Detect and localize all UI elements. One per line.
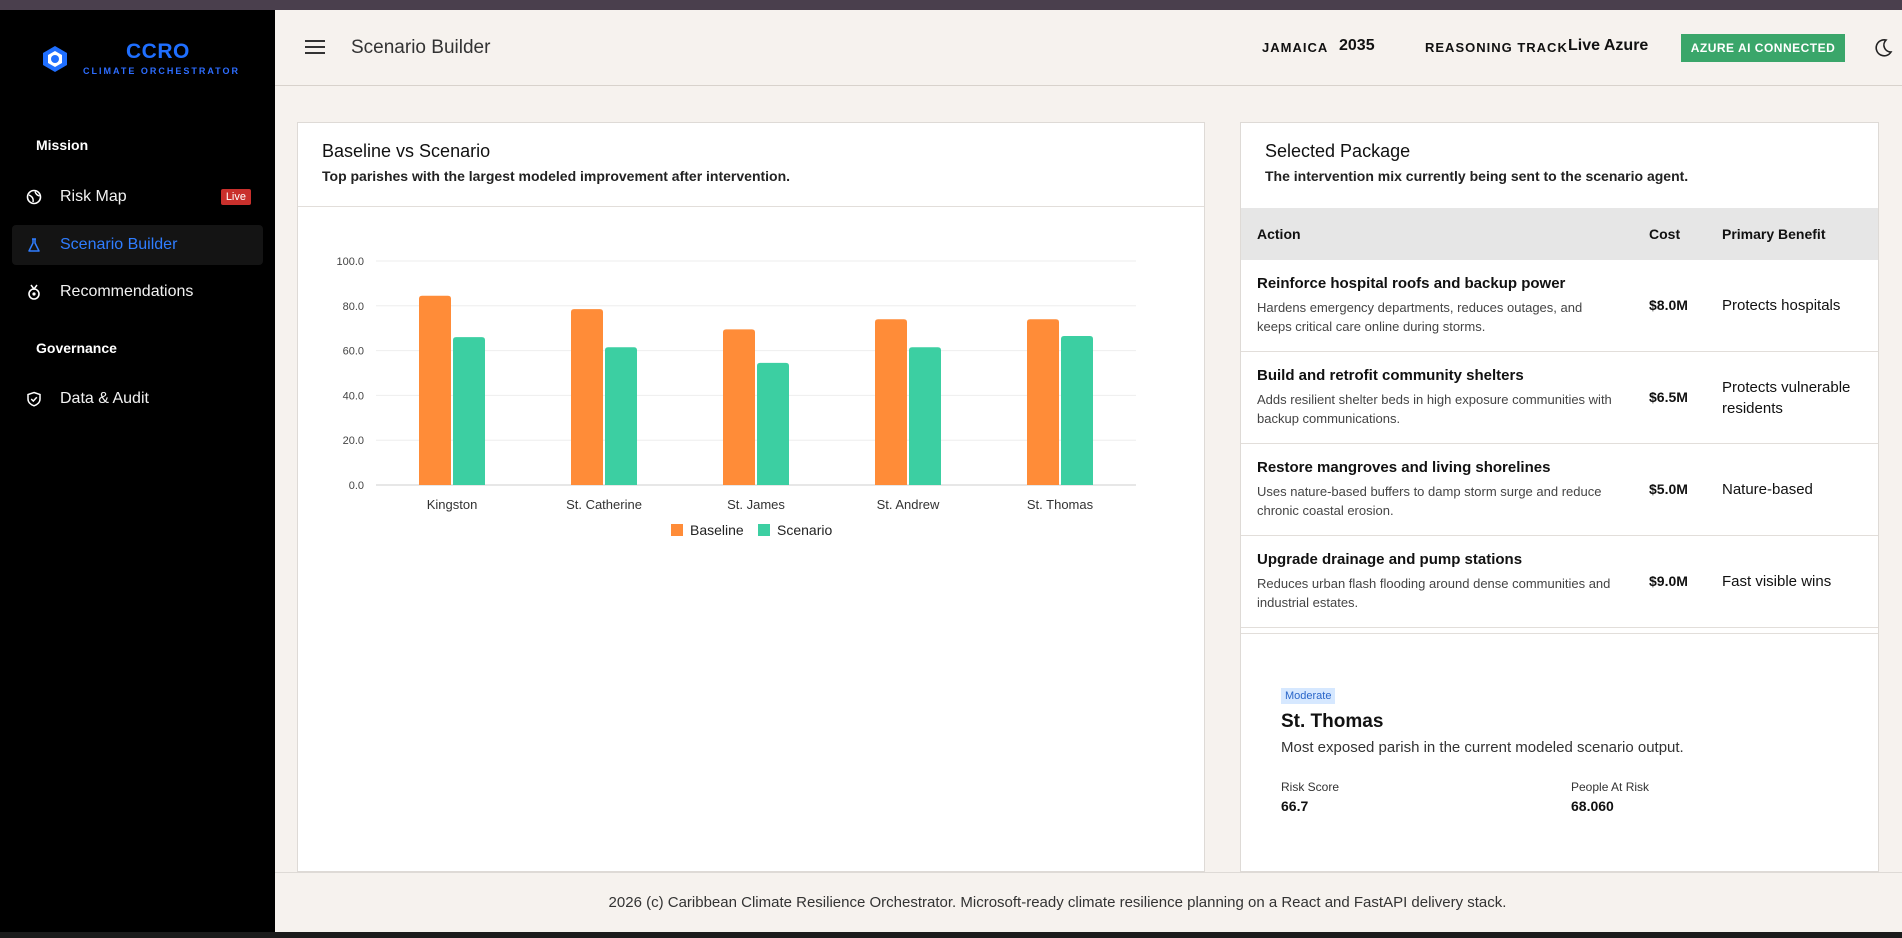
risk-score-value: 66.7 — [1281, 798, 1309, 814]
action-cost: $6.5M — [1649, 388, 1688, 405]
page-title: Scenario Builder — [351, 37, 491, 58]
bar-scenario — [757, 362, 789, 485]
column-header-cost: Cost — [1649, 226, 1681, 242]
bar-scenario — [605, 347, 637, 485]
action-benefit: Protects hospitals — [1722, 297, 1841, 314]
column-header-benefit: Primary Benefit — [1722, 226, 1826, 242]
package-card-header: Selected Package The intervention mix cu… — [1241, 123, 1878, 207]
year-value: 2035 — [1339, 37, 1375, 54]
menu-icon[interactable] — [305, 40, 325, 56]
bar-baseline — [571, 309, 603, 485]
bar-baseline — [723, 329, 755, 485]
footer: 2026 (c) Caribbean Climate Resilience Or… — [275, 872, 1902, 932]
action-cost: $8.0M — [1649, 296, 1688, 313]
x-tick-label: St. James — [727, 497, 785, 512]
top-header: Scenario Builder JAMAICA 2035 REASONING … — [275, 10, 1902, 86]
action-description: Reduces urban flash flooding around dens… — [1257, 576, 1611, 610]
reasoning-track-value: Live Azure — [1568, 37, 1649, 54]
risk-score-label: Risk Score — [1281, 780, 1340, 794]
bar-scenario — [909, 347, 941, 485]
table-row[interactable]: Build and retrofit community shelters Ad… — [1241, 352, 1878, 444]
table-row[interactable]: Upgrade drainage and pump stations Reduc… — [1241, 536, 1878, 628]
sidebar-item-risk-map[interactable]: Risk Map Live — [12, 177, 263, 217]
y-tick-label: 100.0 — [336, 256, 364, 268]
shield-check-icon — [25, 390, 43, 408]
flask-icon — [25, 236, 43, 254]
action-title: Build and retrofit community shelters — [1257, 367, 1524, 384]
y-tick-label: 40.0 — [343, 390, 364, 402]
y-tick-label: 80.0 — [343, 301, 364, 313]
action-benefit: Nature-based — [1722, 481, 1813, 498]
legend-swatch — [671, 524, 683, 536]
parish-description: Most exposed parish in the current model… — [1281, 739, 1684, 756]
baseline-vs-scenario-chart: 0.0 20.0 40.0 60.0 80.0 100.0 Kingston St. Cath… — [336, 256, 1136, 538]
brand-name: CCRO — [126, 40, 190, 63]
sidebar-item-label: Scenario Builder — [60, 236, 178, 253]
brand[interactable]: CCRO CLIMATE ORCHESTRATOR — [40, 38, 250, 82]
globe-icon — [25, 188, 43, 206]
brand-subtitle: CLIMATE ORCHESTRATOR — [83, 66, 240, 76]
action-cost: $9.0M — [1649, 572, 1688, 589]
section-divider — [1241, 633, 1878, 634]
risk-level-badge: Moderate — [1281, 688, 1336, 704]
azure-status-button[interactable]: AZURE AI CONNECTED — [1681, 34, 1845, 62]
y-tick-label: 20.0 — [343, 435, 364, 447]
bar-baseline — [419, 295, 451, 485]
y-tick-label: 60.0 — [343, 346, 364, 358]
bar-scenario — [1061, 336, 1093, 485]
sidebar-item-data-audit[interactable]: Data & Audit — [12, 379, 263, 419]
legend-swatch — [758, 524, 770, 536]
nav-section-governance: Governance — [36, 340, 117, 356]
chart-card: Baseline vs Scenario Top parishes with t… — [297, 122, 1205, 872]
action-cost: $5.0M — [1649, 480, 1688, 497]
package-card: Selected Package The intervention mix cu… — [1240, 122, 1879, 872]
action-description: Adds resilient shelter beds in high expo… — [1257, 392, 1612, 426]
parish-name: St. Thomas — [1281, 711, 1384, 732]
moon-icon[interactable] — [1872, 37, 1894, 59]
action-title: Reinforce hospital roofs and backup powe… — [1257, 275, 1566, 292]
package-table: Action Cost Primary Benefit Reinforce ho… — [1241, 208, 1878, 628]
sidebar-item-label: Data & Audit — [60, 390, 149, 407]
x-tick-label: St. Andrew — [877, 497, 940, 512]
sidebar-item-label: Recommendations — [60, 283, 194, 300]
medal-icon — [25, 283, 43, 301]
action-benefit: Protects vulnerable residents — [1722, 378, 1851, 417]
legend-label: Scenario — [777, 522, 832, 538]
brand-logo-icon — [43, 46, 67, 72]
people-at-risk-value: 68.060 — [1571, 798, 1614, 814]
action-title: Upgrade drainage and pump stations — [1257, 551, 1523, 568]
column-header-action: Action — [1257, 226, 1301, 242]
bar-baseline — [1027, 319, 1059, 485]
action-description: Hardens emergency departments, reduces o… — [1257, 300, 1583, 334]
sidebar-item-label: Risk Map — [60, 188, 127, 205]
nav-section-mission: Mission — [36, 137, 89, 153]
bar-baseline — [875, 319, 907, 485]
sidebar-item-recommendations[interactable]: Recommendations — [12, 272, 263, 312]
footer-text: 2026 (c) Caribbean Climate Resilience Or… — [608, 894, 1507, 911]
y-tick-label: 0.0 — [349, 480, 364, 492]
reasoning-track-label: REASONING TRACK — [1425, 40, 1568, 55]
live-badge: Live — [220, 189, 251, 205]
action-description: Uses nature-based buffers to damp storm … — [1257, 484, 1602, 518]
sidebar-item-scenario-builder[interactable]: Scenario Builder — [12, 225, 263, 265]
package-card-subtitle: The intervention mix currently being sen… — [1265, 168, 1689, 184]
action-benefit: Fast visible wins — [1722, 573, 1832, 590]
x-tick-label: St. Thomas — [1027, 497, 1094, 512]
package-card-title: Selected Package — [1265, 141, 1411, 161]
people-at-risk-label: People At Risk — [1571, 780, 1650, 794]
bar-scenario — [453, 337, 485, 485]
window-bottom-strip — [0, 932, 1902, 938]
x-tick-label: Kingston — [427, 497, 478, 512]
window-top-strip — [0, 0, 1902, 10]
action-title: Restore mangroves and living shorelines — [1257, 459, 1551, 476]
sidebar: CCRO CLIMATE ORCHESTRATOR Mission Risk M… — [0, 10, 275, 932]
table-row[interactable]: Reinforce hospital roofs and backup powe… — [1241, 260, 1878, 352]
x-tick-label: St. Catherine — [566, 497, 642, 512]
country-label: JAMAICA — [1262, 40, 1329, 55]
legend-label: Baseline — [690, 522, 744, 538]
table-row[interactable]: Restore mangroves and living shorelines … — [1241, 444, 1878, 536]
package-table-header: Action Cost Primary Benefit — [1241, 208, 1878, 260]
